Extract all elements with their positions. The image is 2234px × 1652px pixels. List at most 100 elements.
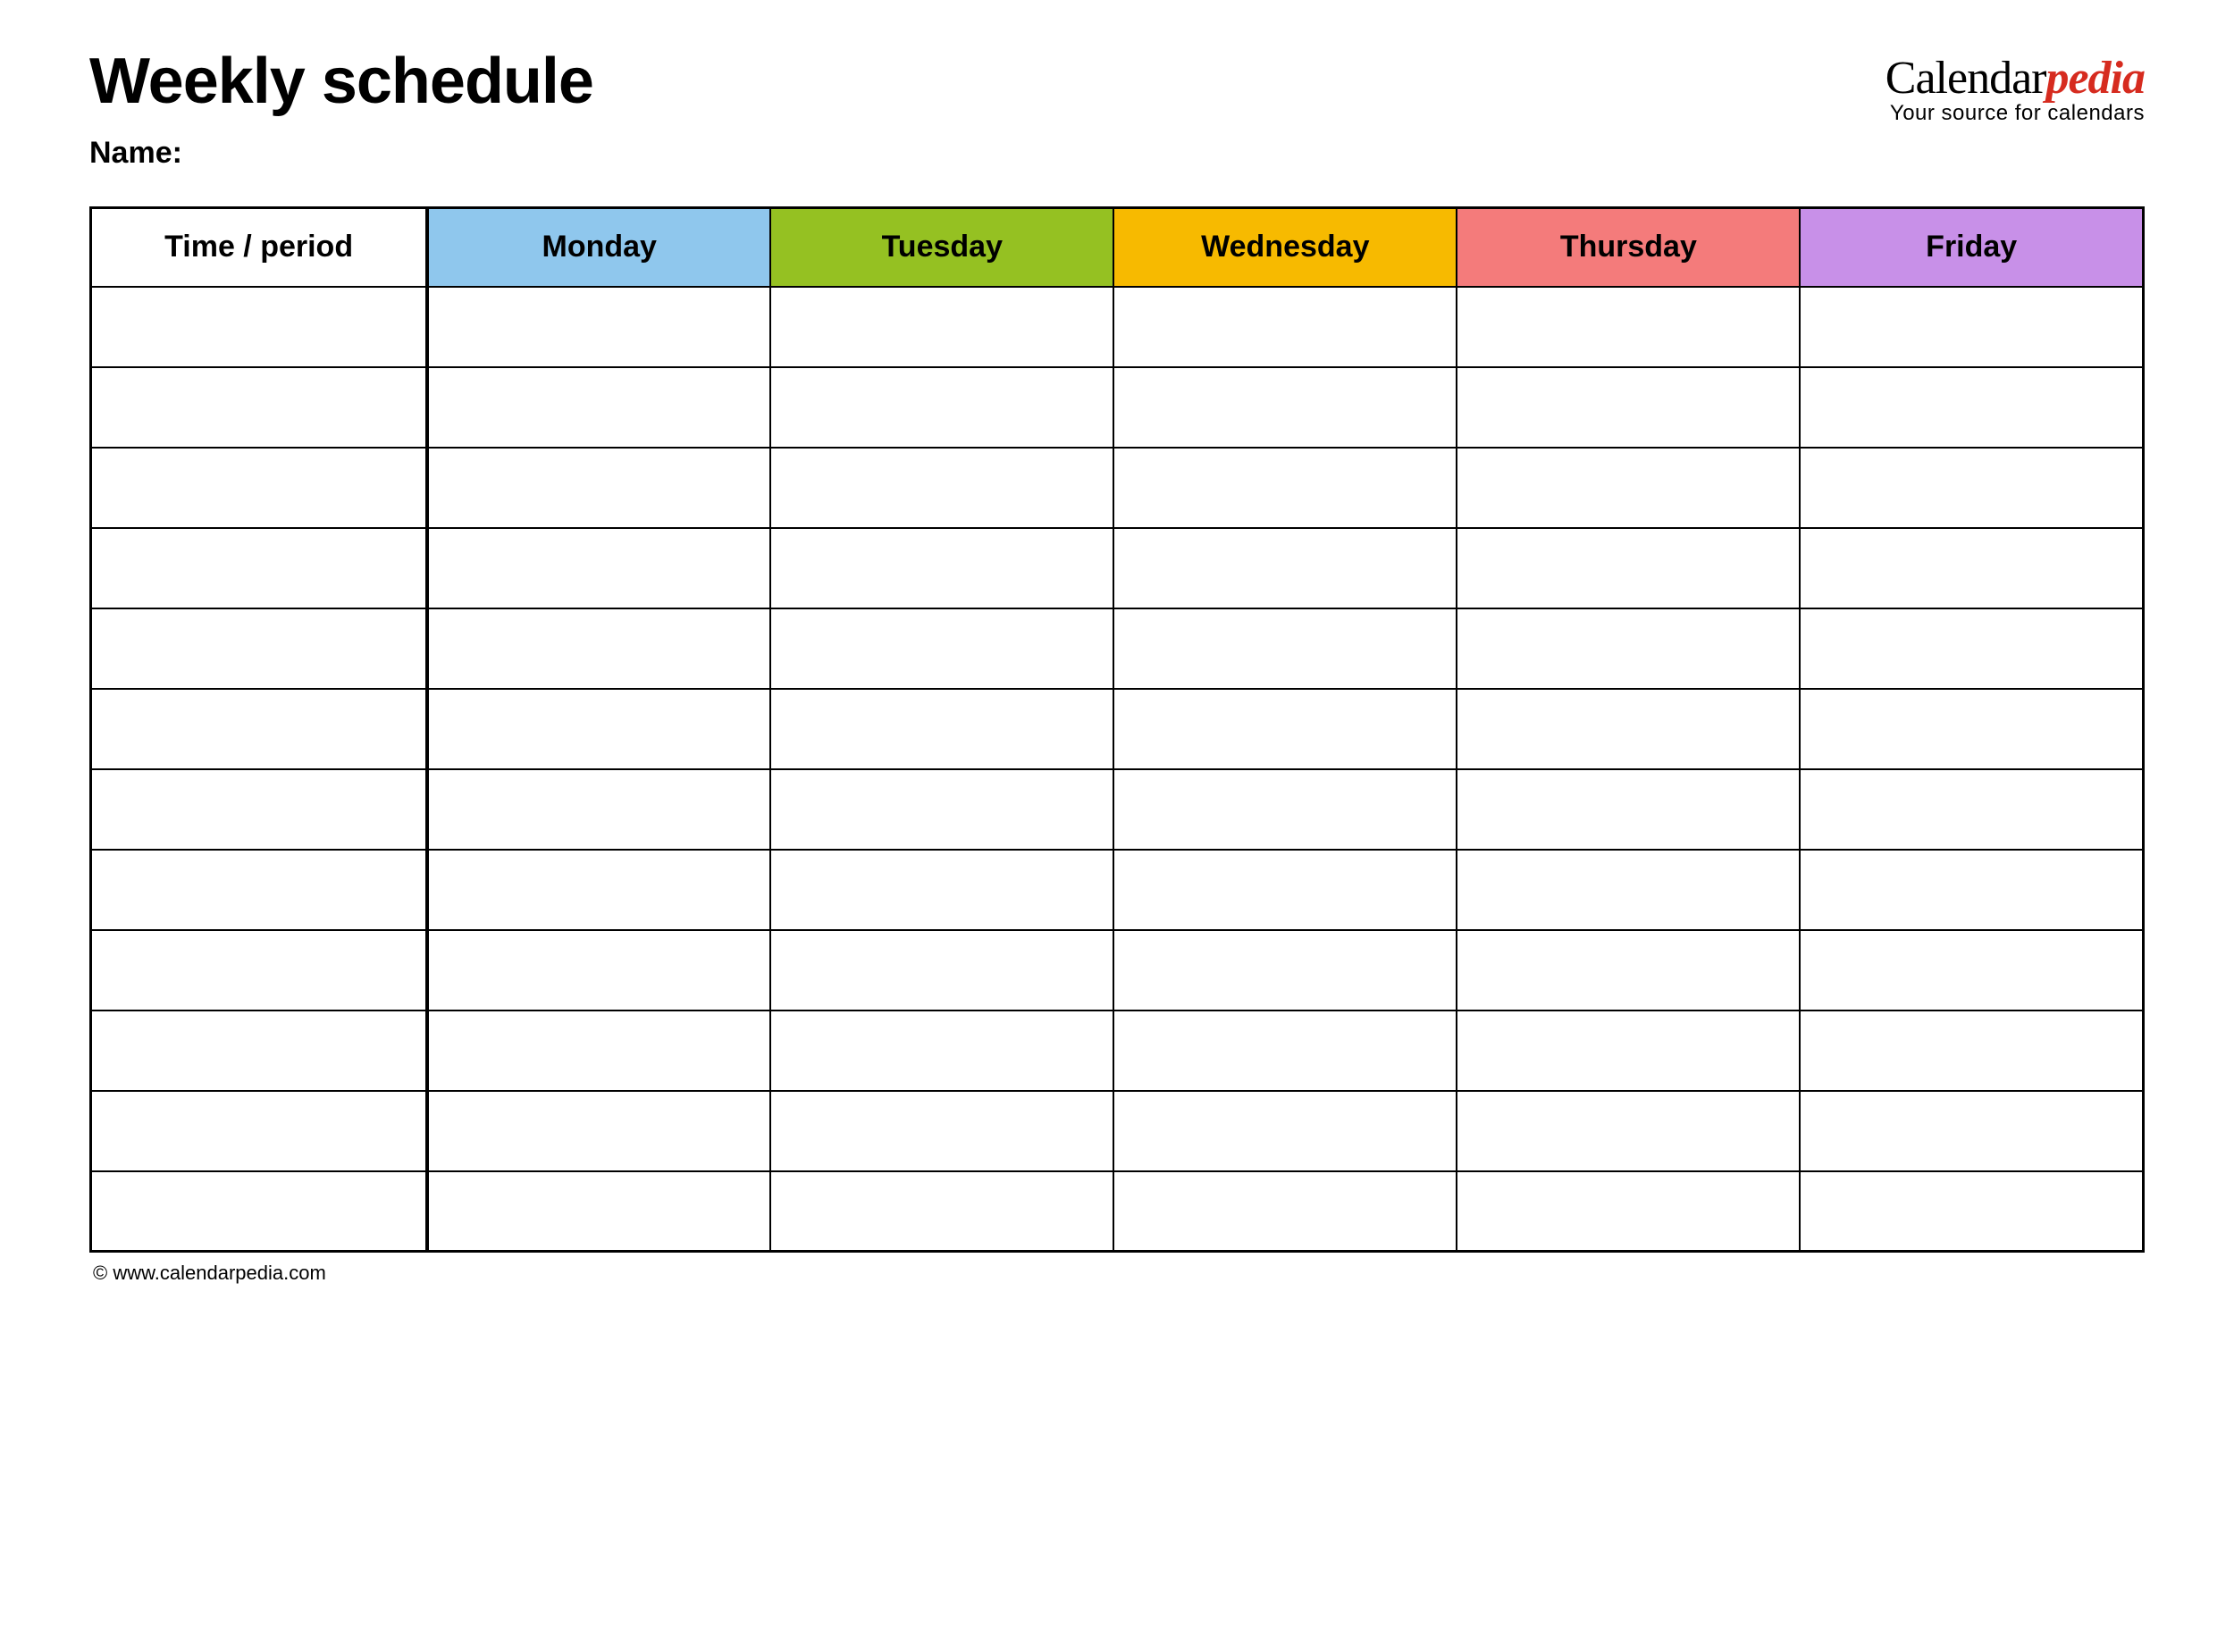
table-row	[91, 930, 2144, 1010]
table-cell[interactable]	[770, 850, 1113, 930]
table-row	[91, 769, 2144, 850]
table-cell[interactable]	[1457, 850, 1800, 930]
column-header-time-period: Time / period	[91, 208, 428, 287]
table-cell[interactable]	[427, 367, 770, 448]
table-cell[interactable]	[770, 689, 1113, 769]
table-cell[interactable]	[91, 1171, 428, 1252]
brand-logo: Calendarpedia	[1885, 52, 2145, 105]
table-cell[interactable]	[1800, 769, 2143, 850]
table-cell[interactable]	[427, 1091, 770, 1171]
table-cell[interactable]	[1113, 528, 1457, 608]
table-cell[interactable]	[427, 930, 770, 1010]
table-cell[interactable]	[1800, 608, 2143, 689]
table-cell[interactable]	[770, 1091, 1113, 1171]
table-cell[interactable]	[1800, 1091, 2143, 1171]
table-cell[interactable]	[1800, 1171, 2143, 1252]
table-header-row: Time / period Monday Tuesday Wednesday T…	[91, 208, 2144, 287]
table-cell[interactable]	[770, 769, 1113, 850]
table-row	[91, 689, 2144, 769]
table-cell[interactable]	[91, 608, 428, 689]
table-cell[interactable]	[1113, 850, 1457, 930]
table-cell[interactable]	[1457, 287, 1800, 367]
table-cell[interactable]	[91, 769, 428, 850]
table-cell[interactable]	[770, 287, 1113, 367]
brand-block: Calendarpedia Your source for calendars	[1885, 52, 2145, 126]
table-cell[interactable]	[91, 287, 428, 367]
table-cell[interactable]	[427, 769, 770, 850]
column-header-thursday: Thursday	[1457, 208, 1800, 287]
table-cell[interactable]	[427, 689, 770, 769]
table-cell[interactable]	[1113, 1171, 1457, 1252]
table-cell[interactable]	[1800, 1010, 2143, 1091]
brand-logo-part2: pedia	[2045, 53, 2145, 104]
table-cell[interactable]	[1113, 608, 1457, 689]
table-cell[interactable]	[427, 528, 770, 608]
table-cell[interactable]	[1457, 367, 1800, 448]
table-cell[interactable]	[1800, 850, 2143, 930]
table-cell[interactable]	[1457, 528, 1800, 608]
brand-logo-part1: Calendar	[1885, 53, 2046, 104]
table-cell[interactable]	[1457, 608, 1800, 689]
table-cell[interactable]	[1457, 769, 1800, 850]
title-block: Weekly schedule Name:	[89, 45, 593, 171]
table-cell[interactable]	[427, 448, 770, 528]
table-cell[interactable]	[1800, 528, 2143, 608]
table-cell[interactable]	[770, 367, 1113, 448]
table-cell[interactable]	[1800, 448, 2143, 528]
table-cell[interactable]	[1457, 1091, 1800, 1171]
table-cell[interactable]	[91, 1091, 428, 1171]
table-cell[interactable]	[770, 930, 1113, 1010]
table-cell[interactable]	[770, 1171, 1113, 1252]
table-cell[interactable]	[1113, 287, 1457, 367]
table-row	[91, 1171, 2144, 1252]
table-cell[interactable]	[1800, 287, 2143, 367]
table-cell[interactable]	[427, 1010, 770, 1091]
table-cell[interactable]	[1113, 769, 1457, 850]
table-cell[interactable]	[1457, 1171, 1800, 1252]
table-cell[interactable]	[770, 528, 1113, 608]
table-row	[91, 448, 2144, 528]
table-row	[91, 287, 2144, 367]
name-label: Name:	[89, 136, 593, 171]
column-header-monday: Monday	[427, 208, 770, 287]
table-row	[91, 1091, 2144, 1171]
table-cell[interactable]	[1800, 930, 2143, 1010]
footer-copyright: © www.calendarpedia.com	[89, 1262, 2145, 1285]
table-cell[interactable]	[1113, 367, 1457, 448]
table-cell[interactable]	[1113, 930, 1457, 1010]
table-cell[interactable]	[1113, 1091, 1457, 1171]
column-header-friday: Friday	[1800, 208, 2143, 287]
table-cell[interactable]	[427, 850, 770, 930]
table-cell[interactable]	[1800, 367, 2143, 448]
table-cell[interactable]	[1113, 448, 1457, 528]
header-row: Weekly schedule Name: Calendarpedia Your…	[89, 45, 2145, 171]
table-cell[interactable]	[427, 287, 770, 367]
page-title: Weekly schedule	[89, 45, 593, 118]
table-cell[interactable]	[1113, 689, 1457, 769]
table-row	[91, 528, 2144, 608]
table-cell[interactable]	[770, 1010, 1113, 1091]
table-cell[interactable]	[1457, 930, 1800, 1010]
table-row	[91, 1010, 2144, 1091]
column-header-wednesday: Wednesday	[1113, 208, 1457, 287]
brand-tagline: Your source for calendars	[1885, 101, 2145, 126]
table-cell[interactable]	[1457, 689, 1800, 769]
table-cell[interactable]	[1800, 689, 2143, 769]
table-cell[interactable]	[91, 850, 428, 930]
table-cell[interactable]	[1457, 1010, 1800, 1091]
table-cell[interactable]	[91, 448, 428, 528]
table-cell[interactable]	[770, 448, 1113, 528]
table-cell[interactable]	[91, 528, 428, 608]
table-cell[interactable]	[91, 930, 428, 1010]
table-cell[interactable]	[91, 689, 428, 769]
table-body	[91, 287, 2144, 1252]
table-cell[interactable]	[427, 1171, 770, 1252]
table-cell[interactable]	[770, 608, 1113, 689]
table-cell[interactable]	[427, 608, 770, 689]
table-cell[interactable]	[1113, 1010, 1457, 1091]
table-cell[interactable]	[1457, 448, 1800, 528]
table-cell[interactable]	[91, 367, 428, 448]
table-cell[interactable]	[91, 1010, 428, 1091]
table-row	[91, 608, 2144, 689]
column-header-tuesday: Tuesday	[770, 208, 1113, 287]
